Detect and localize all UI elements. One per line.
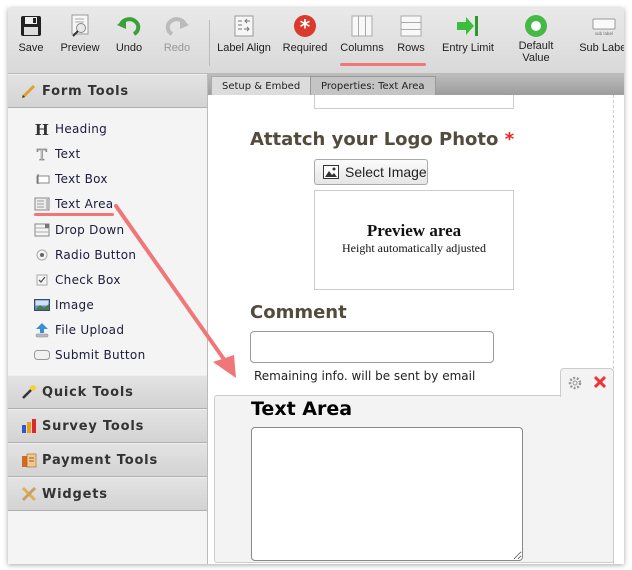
close-icon[interactable] <box>593 374 607 393</box>
redo-button[interactable]: Redo <box>162 14 192 54</box>
columns-button[interactable]: Columns <box>340 14 384 54</box>
quick-tools-header[interactable]: Quick Tools <box>8 375 207 409</box>
text-box-icon <box>34 171 50 187</box>
annotation-underline-columns-rows <box>340 63 426 66</box>
text-area-label: Text Area <box>251 398 353 420</box>
logo-photo-label: Attatch your Logo Photo * <box>250 129 515 150</box>
sub-label-icon: sub label <box>591 14 617 38</box>
required-button[interactable]: * Required <box>282 14 328 54</box>
form-tools-list: H Heading T Text Text Box Text Area Drop… <box>8 108 207 375</box>
tool-check-box[interactable]: Check Box <box>34 267 207 292</box>
label-align-icon <box>231 14 257 38</box>
image-icon <box>323 165 339 179</box>
preview-area: Preview area Height automatically adjust… <box>314 190 514 290</box>
svg-text:T: T <box>37 147 47 161</box>
comment-label: Comment <box>250 302 347 323</box>
tool-image[interactable]: Image <box>34 292 207 317</box>
tool-file-upload[interactable]: File Upload <box>34 317 207 342</box>
save-button[interactable]: Save <box>14 14 48 54</box>
redo-icon <box>164 14 190 38</box>
undo-button[interactable]: Undo <box>114 14 144 54</box>
pencil-icon <box>20 82 38 100</box>
tab-properties-text-area[interactable]: Properties: Text Area <box>310 76 436 95</box>
label-align-button[interactable]: Label Align <box>217 14 271 54</box>
columns-icon <box>349 14 375 38</box>
selected-text-area-field[interactable]: Text Area <box>214 395 614 563</box>
tab-setup-embed[interactable]: Setup & Embed <box>211 76 312 95</box>
form-canvas: Attatch your Logo Photo * Select Image P… <box>208 95 624 564</box>
annotation-underline-text-area <box>34 213 114 216</box>
preview-button[interactable]: Preview <box>60 14 100 54</box>
submit-icon <box>34 347 50 363</box>
sub-label-button[interactable]: sub label Sub Label <box>576 14 624 54</box>
payment-tools-header[interactable]: Payment Tools <box>8 443 207 477</box>
default-value-button[interactable]: Default Value <box>510 14 562 64</box>
rows-button[interactable]: Rows <box>396 14 426 54</box>
ruler-pencil-icon <box>20 485 38 503</box>
widgets-header[interactable]: Widgets <box>8 477 207 511</box>
svg-text:sub label: sub label <box>595 31 613 36</box>
floppy-disk-icon <box>18 14 44 38</box>
tool-text-box[interactable]: Text Box <box>34 166 207 191</box>
svg-text:*: * <box>300 15 311 38</box>
entry-limit-button[interactable]: Entry Limit <box>440 14 496 54</box>
required-icon: * <box>292 14 318 38</box>
sidebar: Form Tools H Heading T Text Text Box Tex… <box>8 74 208 564</box>
radio-icon <box>34 247 50 263</box>
survey-tools-header[interactable]: Survey Tools <box>8 409 207 443</box>
comment-input[interactable] <box>250 331 494 363</box>
svg-text:H: H <box>35 122 49 136</box>
tool-heading[interactable]: H Heading <box>34 116 207 141</box>
tool-radio-button[interactable]: Radio Button <box>34 242 207 267</box>
image-icon <box>34 297 50 313</box>
tool-submit-button[interactable]: Submit Button <box>34 342 207 367</box>
default-value-icon <box>523 14 549 38</box>
upload-icon <box>34 322 50 338</box>
required-mark: * <box>504 129 515 150</box>
heading-icon: H <box>34 121 50 137</box>
form-tools-header[interactable]: Form Tools <box>8 74 207 108</box>
tool-drop-down[interactable]: Drop Down <box>34 217 207 242</box>
select-image-button[interactable]: Select Image <box>314 159 428 185</box>
drop-down-icon <box>34 222 50 238</box>
text-area-icon <box>34 196 50 212</box>
magic-wand-icon <box>20 383 38 401</box>
preview-icon <box>67 14 93 38</box>
text-area-input[interactable] <box>251 427 523 561</box>
tool-text[interactable]: T Text <box>34 141 207 166</box>
toolbar-separator <box>209 20 210 66</box>
text-icon: T <box>34 146 50 162</box>
rows-icon <box>398 14 424 38</box>
bar-chart-icon <box>20 417 38 435</box>
field-actions <box>560 368 614 397</box>
tab-bar: Setup & Embed Properties: Text Area <box>208 74 624 95</box>
form-builder-window: Save Preview Undo Redo Label Align * Req… <box>8 8 624 564</box>
payment-icon <box>20 451 38 469</box>
undo-icon <box>116 14 142 38</box>
toolbar: Save Preview Undo Redo Label Align * Req… <box>8 8 624 74</box>
previous-field-box <box>314 95 514 109</box>
gear-icon[interactable] <box>568 375 582 394</box>
entry-limit-icon <box>455 14 481 38</box>
comment-hint: Remaining info. will be sent by email <box>254 369 476 383</box>
checkbox-icon <box>34 272 50 288</box>
